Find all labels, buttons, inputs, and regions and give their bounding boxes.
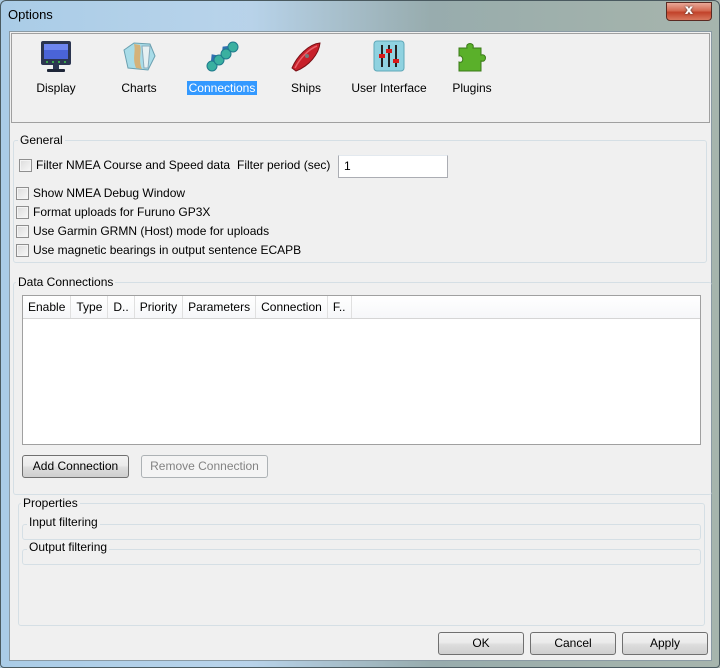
close-button[interactable]: x <box>666 2 712 21</box>
column-enable[interactable]: Enable <box>23 296 72 318</box>
checkbox-box[interactable] <box>19 158 32 172</box>
tab-plugins[interactable]: Plugins <box>430 38 514 95</box>
connections-table[interactable]: Enable Type D.. Priority Parameters Conn… <box>22 295 701 445</box>
magnetic-bearings-checkbox[interactable]: Use magnetic bearings in output sentence… <box>16 243 301 257</box>
puzzle-piece-icon <box>458 43 486 72</box>
filter-nmea-checkbox[interactable]: Filter NMEA Course and Speed data <box>19 158 230 172</box>
column-connection[interactable]: Connection <box>256 296 328 318</box>
tab-charts-label: Charts <box>121 81 157 95</box>
checkbox-box[interactable] <box>16 243 29 257</box>
data-connections-group: Data Connections Enable Type D.. Priorit… <box>13 275 712 495</box>
column-type[interactable]: Type <box>71 296 109 318</box>
column-direction[interactable]: D.. <box>108 296 135 318</box>
tab-charts[interactable]: Charts <box>97 38 181 95</box>
properties-legend: Properties <box>21 496 80 510</box>
general-group: General Filter NMEA Course and Speed dat… <box>13 133 707 263</box>
garmin-grmn-checkbox[interactable]: Use Garmin GRMN (Host) mode for uploads <box>16 224 269 238</box>
checkbox-box[interactable] <box>16 205 29 219</box>
tab-plugins-label: Plugins <box>452 81 492 95</box>
ok-button[interactable]: OK <box>438 632 524 655</box>
show-nmea-debug-label: Show NMEA Debug Window <box>33 186 186 200</box>
filter-period-label-row: Filter period (sec) <box>237 158 330 172</box>
furuno-gp3x-label: Format uploads for Furuno GP3X <box>33 205 211 219</box>
tab-display-label: Display <box>36 81 76 95</box>
remove-connection-button[interactable]: Remove Connection <box>141 455 268 478</box>
display-monitor-icon <box>41 41 71 72</box>
tab-display[interactable]: Display <box>14 38 98 95</box>
tab-ships-label: Ships <box>290 81 322 95</box>
options-window: Options x Display Charts Connections Shi… <box>0 0 720 668</box>
dialog-client-area: Display Charts Connections Ships User In… <box>9 31 712 661</box>
general-legend: General <box>18 133 65 147</box>
sliders-icon <box>373 40 405 72</box>
properties-group: Properties Input filtering Output filter… <box>18 496 705 626</box>
magnetic-bearings-label: Use magnetic bearings in output sentence… <box>33 243 302 257</box>
furuno-gp3x-checkbox[interactable]: Format uploads for Furuno GP3X <box>16 205 210 219</box>
filter-period-label: Filter period (sec) <box>237 158 331 172</box>
apply-button[interactable]: Apply <box>622 632 708 655</box>
column-filters[interactable]: F.. <box>328 296 352 318</box>
window-title: Options <box>8 7 53 22</box>
charts-map-icon <box>123 42 156 71</box>
cancel-button[interactable]: Cancel <box>530 632 616 655</box>
filter-nmea-label: Filter NMEA Course and Speed data <box>36 158 231 172</box>
tab-ships[interactable]: Ships <box>264 38 348 95</box>
output-filtering-group: Output filtering <box>22 540 701 565</box>
tab-connections-label: Connections <box>186 81 258 95</box>
output-filtering-legend: Output filtering <box>27 540 110 554</box>
tab-connections[interactable]: Connections <box>180 38 264 95</box>
input-filtering-legend: Input filtering <box>27 515 100 529</box>
connections-table-header: Enable Type D.. Priority Parameters Conn… <box>23 296 700 319</box>
connections-nodes-icon <box>206 41 239 72</box>
tab-user-interface[interactable]: User Interface <box>347 38 431 95</box>
garmin-grmn-label: Use Garmin GRMN (Host) mode for uploads <box>33 224 270 238</box>
checkbox-box[interactable] <box>16 224 29 238</box>
show-nmea-debug-checkbox[interactable]: Show NMEA Debug Window <box>16 186 185 200</box>
ship-icon <box>291 42 321 72</box>
column-priority[interactable]: Priority <box>135 296 184 318</box>
filter-period-input[interactable]: 1 <box>338 155 448 178</box>
tab-user-interface-label: User Interface <box>351 81 427 95</box>
column-parameters[interactable]: Parameters <box>183 296 257 318</box>
data-connections-legend: Data Connections <box>16 275 116 289</box>
options-toolbar: Display Charts Connections Ships User In… <box>11 33 710 123</box>
checkbox-box[interactable] <box>16 186 29 200</box>
input-filtering-group: Input filtering <box>22 515 701 540</box>
add-connection-button[interactable]: Add Connection <box>22 455 129 478</box>
